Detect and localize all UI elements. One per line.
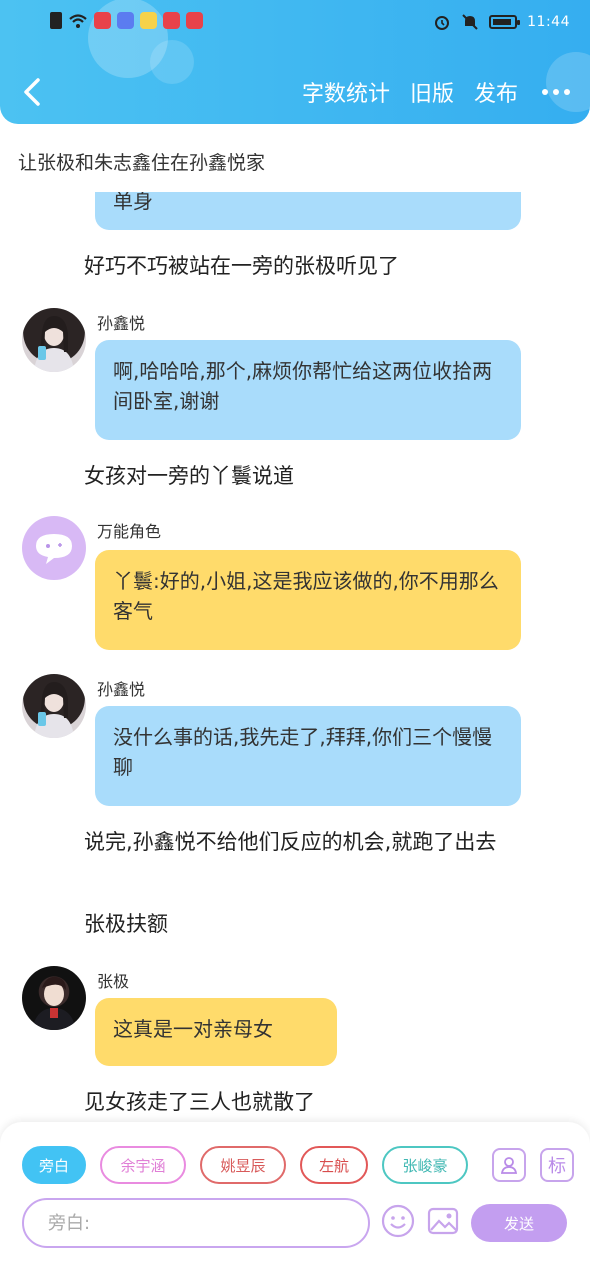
- avatar[interactable]: [22, 308, 86, 372]
- back-button[interactable]: [18, 72, 48, 112]
- image-icon: [427, 1207, 459, 1235]
- app-icon: [163, 12, 180, 29]
- message-bubble[interactable]: 丫鬟:好的,小姐,这是我应该做的,你不用那么客气: [95, 550, 521, 650]
- role-chip-label: 左航: [318, 1156, 349, 1175]
- role-chip-label: 余宇涵: [120, 1156, 166, 1175]
- narration[interactable]: 张极扶额: [30, 908, 560, 941]
- role-chip[interactable]: 左航: [300, 1146, 368, 1184]
- speaker-name: 孙鑫悦: [97, 680, 146, 699]
- message-input[interactable]: [22, 1198, 370, 1248]
- role-chip-label: 张峻豪: [402, 1156, 448, 1175]
- tag-button[interactable]: 标: [540, 1148, 574, 1182]
- tag-label: 标: [548, 1156, 566, 1177]
- narration[interactable]: 说完,孙鑫悦不给他们反应的机会,就跑了出去: [30, 826, 560, 859]
- message-text: 丫鬟:好的,小姐,这是我应该做的,你不用那么客气: [113, 569, 499, 623]
- music-icon: [117, 12, 134, 29]
- speaker-name: 孙鑫悦: [97, 314, 146, 333]
- wifi-icon: [69, 13, 87, 28]
- message-text: 没什么事的话,我先走了,拜拜,你们三个慢慢聊: [113, 725, 493, 779]
- role-chip-narration[interactable]: 旁白: [22, 1146, 86, 1184]
- narration[interactable]: 好巧不巧被站在一旁的张极听见了: [30, 250, 560, 283]
- avatar[interactable]: [22, 516, 86, 580]
- message-bubble[interactable]: 这真是一对亲母女: [95, 998, 337, 1066]
- chevron-left-icon: [24, 78, 40, 106]
- publish-button[interactable]: 发布: [474, 76, 518, 108]
- alarm-icon: [435, 16, 450, 30]
- narration[interactable]: 女孩对一旁的丫鬟说道: [30, 460, 560, 493]
- battery-icon: [489, 15, 521, 29]
- smiley-icon: [381, 1204, 415, 1238]
- system-icons: 11:44: [433, 13, 570, 31]
- chat-bubble-icon: [36, 534, 72, 564]
- character-select-button[interactable]: [492, 1148, 526, 1182]
- clock: 11:44: [527, 14, 570, 30]
- old-version-button[interactable]: 旧版: [410, 76, 454, 108]
- app-icon: [186, 12, 203, 29]
- role-chip[interactable]: 张峻豪: [382, 1146, 468, 1184]
- narration[interactable]: 见女孩走了三人也就散了: [30, 1086, 560, 1119]
- role-chip-label: 姚昱辰: [220, 1156, 266, 1175]
- image-button[interactable]: [426, 1204, 460, 1238]
- message-bubble[interactable]: 单身: [95, 192, 521, 230]
- alert-icon: [50, 12, 62, 29]
- mute-icon: [462, 14, 478, 30]
- send-button[interactable]: 发送: [471, 1204, 567, 1242]
- avatar[interactable]: [22, 674, 86, 738]
- chapter-title[interactable]: 让张极和朱志鑫住在孙鑫悦家: [18, 148, 265, 175]
- avatar[interactable]: [22, 966, 86, 1030]
- role-chip[interactable]: 姚昱辰: [200, 1146, 286, 1184]
- role-chip[interactable]: 余宇涵: [100, 1146, 186, 1184]
- message-text: 这真是一对亲母女: [113, 1017, 273, 1041]
- person-icon: [500, 1157, 518, 1174]
- message-bubble[interactable]: 啊,哈哈哈,那个,麻烦你帮忙给这两位收拾两间卧室,谢谢: [95, 340, 521, 440]
- app-icon: [94, 12, 111, 29]
- status-bar: 11:44: [0, 0, 590, 44]
- speaker-name: 万能角色: [97, 522, 162, 541]
- app-icon: [140, 12, 157, 29]
- more-icon[interactable]: [542, 89, 570, 95]
- decor-bubble: [150, 40, 194, 84]
- speaker-name: 张极: [97, 972, 130, 991]
- avatar-image: [34, 316, 74, 372]
- message-text: 啊,哈哈哈,那个,麻烦你帮忙给这两位收拾两间卧室,谢谢: [113, 359, 493, 413]
- header-actions: 字数统计 旧版 发布: [302, 76, 570, 108]
- top-bar: 11:44 字数统计 旧版 发布: [0, 0, 590, 124]
- role-chip-label: 旁白: [38, 1156, 69, 1175]
- input-panel: 旁白 余宇涵 姚昱辰 左航 张峻豪 标 发送: [0, 1122, 590, 1280]
- story-content: 单身 好巧不巧被站在一旁的张极听见了 孙鑫悦 啊,哈哈哈,那个,麻烦你帮忙给这两…: [0, 192, 590, 1122]
- emoji-button[interactable]: [381, 1204, 415, 1238]
- avatar-image: [32, 976, 76, 1030]
- message-text: 单身: [113, 192, 153, 213]
- message-bubble[interactable]: 没什么事的话,我先走了,拜拜,你们三个慢慢聊: [95, 706, 521, 806]
- word-count-button[interactable]: 字数统计: [302, 76, 390, 108]
- avatar-image: [34, 682, 74, 738]
- notification-icons: [50, 12, 203, 29]
